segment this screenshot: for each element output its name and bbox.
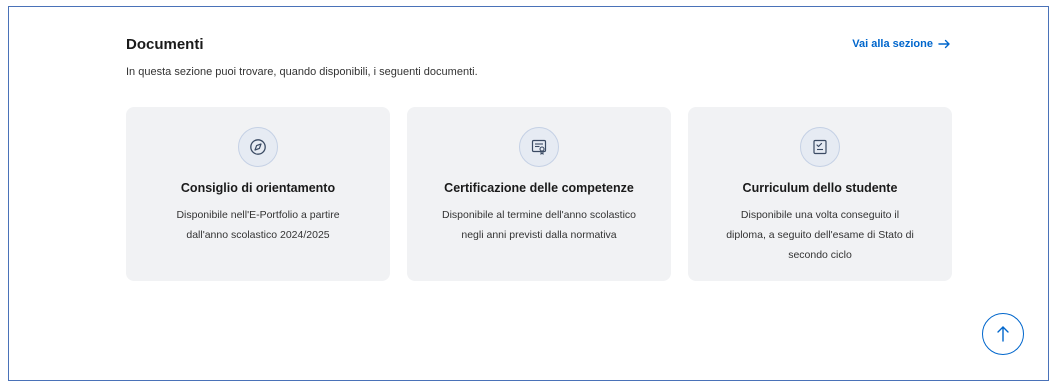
back-to-top-button[interactable] [982, 313, 1024, 355]
documents-card-list: Consiglio di orientamento Disponibile ne… [126, 107, 952, 281]
card-title: Consiglio di orientamento [180, 181, 336, 195]
document-card-curriculum: Curriculum dello studente Disponibile un… [688, 107, 952, 281]
card-title: Curriculum dello studente [742, 181, 898, 195]
card-title: Certificazione delle competenze [444, 181, 634, 195]
checklist-icon [800, 127, 840, 167]
arrow-right-icon [938, 39, 950, 49]
section-subtitle: In questa sezione puoi trovare, quando d… [126, 66, 478, 78]
arrow-up-icon [997, 326, 1009, 342]
compass-icon [238, 127, 278, 167]
document-card-orientamento: Consiglio di orientamento Disponibile ne… [126, 107, 390, 281]
document-card-certificazione: Certificazione delle competenze Disponib… [407, 107, 671, 281]
go-to-section-label: Vai alla sezione [852, 38, 933, 50]
go-to-section-link[interactable]: Vai alla sezione [852, 38, 951, 50]
section-title: Documenti [126, 36, 204, 53]
certificate-icon [519, 127, 559, 167]
card-description: Disponibile una volta conseguito il dipl… [726, 209, 914, 261]
card-description: Disponibile nell'E-Portfolio a partire d… [176, 209, 340, 241]
card-description: Disponibile al termine dell'anno scolast… [441, 209, 637, 241]
